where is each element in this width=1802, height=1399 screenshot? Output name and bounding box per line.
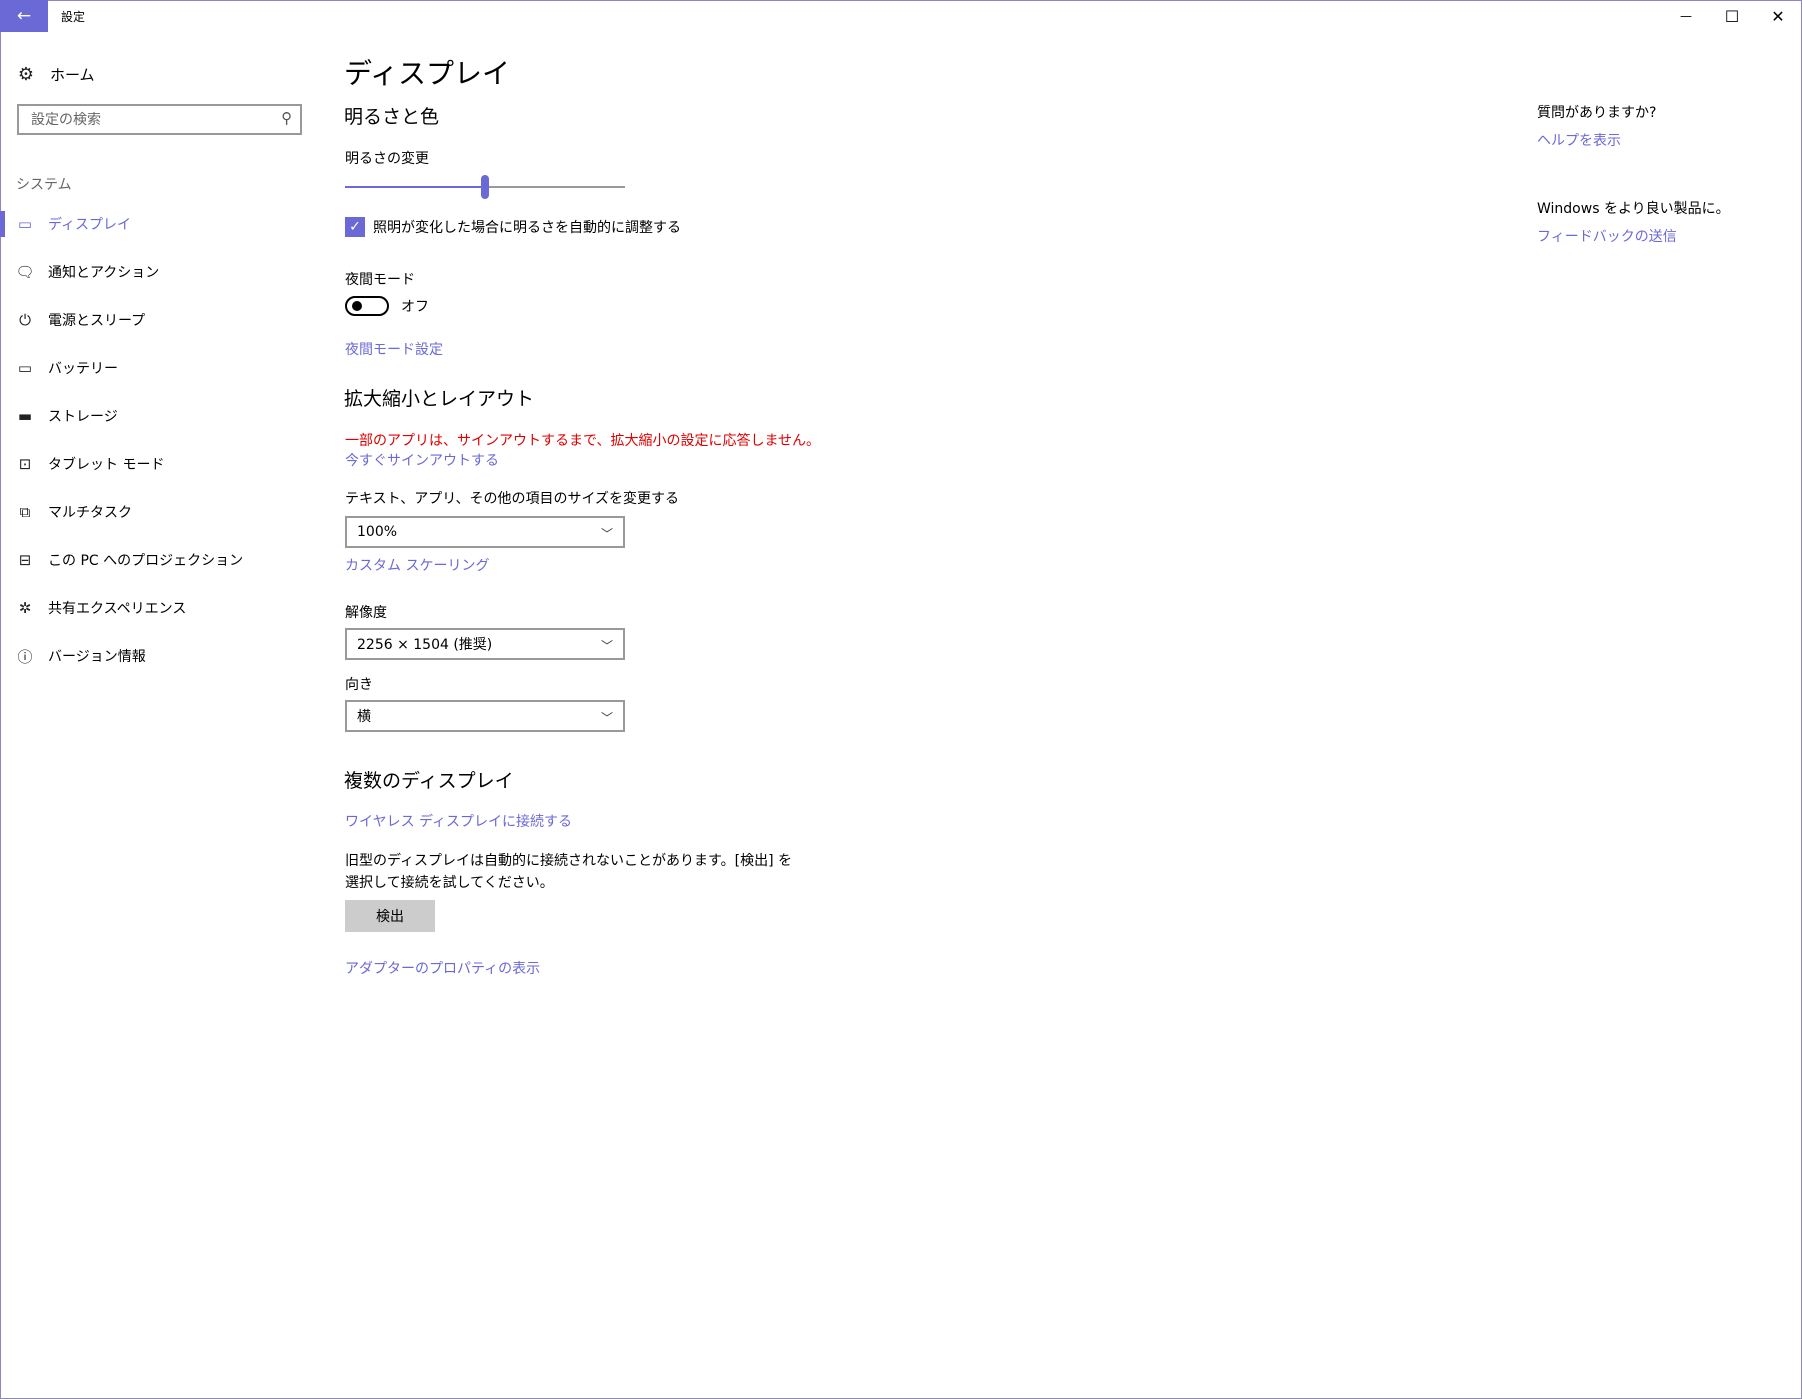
size-dropdown[interactable]: 100% ﹀ [345, 516, 625, 548]
sidebar-item-label: バッテリー [48, 361, 118, 377]
detect-description: 旧型のディスプレイは自動的に接続されないことがあります。[検出] を選択して接続… [345, 853, 792, 891]
home-label: ホーム [50, 65, 95, 84]
home-link[interactable]: ⚙ ホーム [17, 62, 95, 86]
close-button[interactable]: ✕ [1755, 0, 1801, 32]
scale-warning: 一部のアプリは、サインアウトするまで、拡大縮小の設定に応答しません。 [345, 433, 821, 449]
night-mode-label: 夜間モード [345, 272, 415, 288]
sidebar-item-storage[interactable]: ▬ ストレージ [0, 399, 320, 433]
size-label: テキスト、アプリ、その他の項目のサイズを変更する [345, 491, 680, 507]
orientation-label: 向き [345, 677, 373, 693]
resolution-dropdown[interactable]: 2256 × 1504 (推奨) ﹀ [345, 628, 625, 660]
page-title: ディスプレイ [344, 57, 511, 90]
title-bar: ← 設定 — ☐ ✕ [0, 0, 1802, 32]
auto-brightness-checkbox[interactable]: ✓ 照明が変化した場合に明るさを自動的に調整する [345, 217, 681, 237]
brightness-heading: 明るさと色 [344, 106, 440, 128]
orientation-dropdown-value: 横 [357, 709, 371, 725]
size-dropdown-value: 100% [357, 524, 398, 540]
multitask-icon: ⧉ [19, 503, 31, 521]
improve-windows-label: Windows をより良い製品に。 [1537, 201, 1730, 217]
power-icon: ⏻ [19, 311, 31, 329]
chevron-down-icon: ﹀ [600, 527, 613, 541]
indicator [0, 595, 5, 621]
gear-icon: ⚙ [17, 63, 35, 85]
search-icon[interactable]: ⚲ [281, 109, 292, 127]
custom-scaling-link[interactable]: カスタム スケーリング [345, 555, 489, 575]
orientation-dropdown[interactable]: 横 ﹀ [345, 700, 625, 732]
indicator [0, 547, 5, 573]
sidebar-item-label: ストレージ [48, 409, 118, 425]
search-input[interactable] [29, 110, 273, 129]
sidebar-item-label: 電源とスリープ [48, 313, 146, 329]
back-button[interactable]: ← [0, 0, 48, 32]
indicator [0, 643, 5, 669]
chevron-down-icon: ﹀ [600, 639, 613, 653]
night-mode-toggle[interactable]: オフ [345, 296, 429, 316]
sidebar-item-power[interactable]: ⏻ 電源とスリープ [0, 303, 320, 337]
maximize-icon: ☐ [1724, 6, 1740, 26]
sidebar-item-battery[interactable]: ▭ バッテリー [0, 351, 320, 385]
close-icon: ✕ [1771, 6, 1785, 26]
projection-icon: ⊟ [18, 551, 32, 569]
sidebar-item-projection[interactable]: ⊟ この PC へのプロジェクション [0, 543, 320, 577]
indicator [0, 307, 5, 333]
battery-icon: ▭ [17, 359, 33, 377]
slider-thumb[interactable] [481, 175, 489, 199]
indicator [0, 355, 5, 381]
shared-experience-icon: ✲ [18, 599, 32, 617]
sidebar-item-shared-experience[interactable]: ✲ 共有エクスペリエンス [0, 591, 320, 625]
wireless-display-link[interactable]: ワイヤレス ディスプレイに接続する [345, 811, 572, 831]
brightness-slider[interactable] [345, 175, 625, 199]
tablet-mode-icon: ⊡ [18, 455, 32, 473]
sidebar-item-tablet-mode[interactable]: ⊡ タブレット モード [0, 447, 320, 481]
sidebar-item-notifications[interactable]: 🗨 通知とアクション [0, 255, 320, 289]
info-icon: ⓘ [17, 647, 33, 666]
night-mode-settings-link[interactable]: 夜間モード設定 [345, 339, 443, 359]
slider-fill [345, 186, 485, 188]
main-content: ディスプレイ 明るさと色 明るさの変更 ✓ 照明が変化した場合に明るさを自動的に… [344, 32, 1444, 1392]
indicator [0, 403, 5, 429]
sidebar-item-label: タブレット モード [48, 457, 165, 473]
notification-icon: 🗨 [15, 263, 35, 281]
auto-brightness-label: 照明が変化した場合に明るさを自動的に調整する [373, 220, 681, 236]
sidebar-item-multitask[interactable]: ⧉ マルチタスク [0, 495, 320, 529]
back-arrow-icon: ← [16, 6, 32, 26]
sidebar-item-display[interactable]: ▭ ディスプレイ [0, 207, 320, 241]
toggle-switch[interactable] [345, 296, 389, 316]
resolution-label: 解像度 [345, 605, 387, 621]
help-link[interactable]: ヘルプを表示 [1537, 130, 1621, 150]
minimize-icon: — [1680, 9, 1692, 23]
toggle-state-label: オフ [401, 299, 429, 315]
question-label: 質問がありますか? [1537, 105, 1657, 121]
sidebar-item-label: 通知とアクション [48, 265, 160, 281]
indicator [0, 451, 5, 477]
maximize-button[interactable]: ☐ [1709, 0, 1755, 32]
sidebar-item-label: この PC へのプロジェクション [48, 553, 244, 569]
adapter-properties-link[interactable]: アダプターのプロパティの表示 [345, 958, 540, 978]
indicator [0, 499, 5, 525]
sidebar-item-label: 共有エクスペリエンス [48, 601, 187, 617]
sidebar-item-label: ディスプレイ [48, 217, 132, 233]
section-label-system: システム [16, 177, 72, 193]
toggle-knob [352, 301, 362, 311]
search-box[interactable]: ⚲ [17, 104, 302, 135]
sidebar-item-about[interactable]: ⓘ バージョン情報 [0, 639, 320, 673]
indicator [0, 259, 5, 285]
multiple-displays-heading: 複数のディスプレイ [344, 770, 514, 792]
detect-button[interactable]: 検出 [345, 900, 435, 932]
minimize-button[interactable]: — [1663, 0, 1709, 32]
sidebar: ⚙ ホーム ⚲ システム ▭ ディスプレイ 🗨 通知とアクション ⏻ 電源とスリ… [0, 32, 320, 1392]
feedback-link[interactable]: フィードバックの送信 [1537, 226, 1677, 246]
sidebar-item-label: バージョン情報 [48, 649, 146, 665]
sign-out-link[interactable]: 今すぐサインアウトする [345, 450, 499, 470]
resolution-dropdown-value: 2256 × 1504 (推奨) [357, 637, 493, 653]
display-icon: ▭ [17, 215, 33, 233]
checkbox-checked-icon[interactable]: ✓ [345, 217, 365, 237]
active-indicator [0, 211, 5, 237]
chevron-down-icon: ﹀ [600, 711, 613, 725]
window-title: 設定 [61, 10, 86, 24]
scale-layout-heading: 拡大縮小とレイアウト [344, 388, 535, 410]
storage-icon: ▬ [17, 407, 33, 425]
sidebar-item-label: マルチタスク [48, 505, 132, 521]
brightness-slider-label: 明るさの変更 [345, 151, 429, 167]
